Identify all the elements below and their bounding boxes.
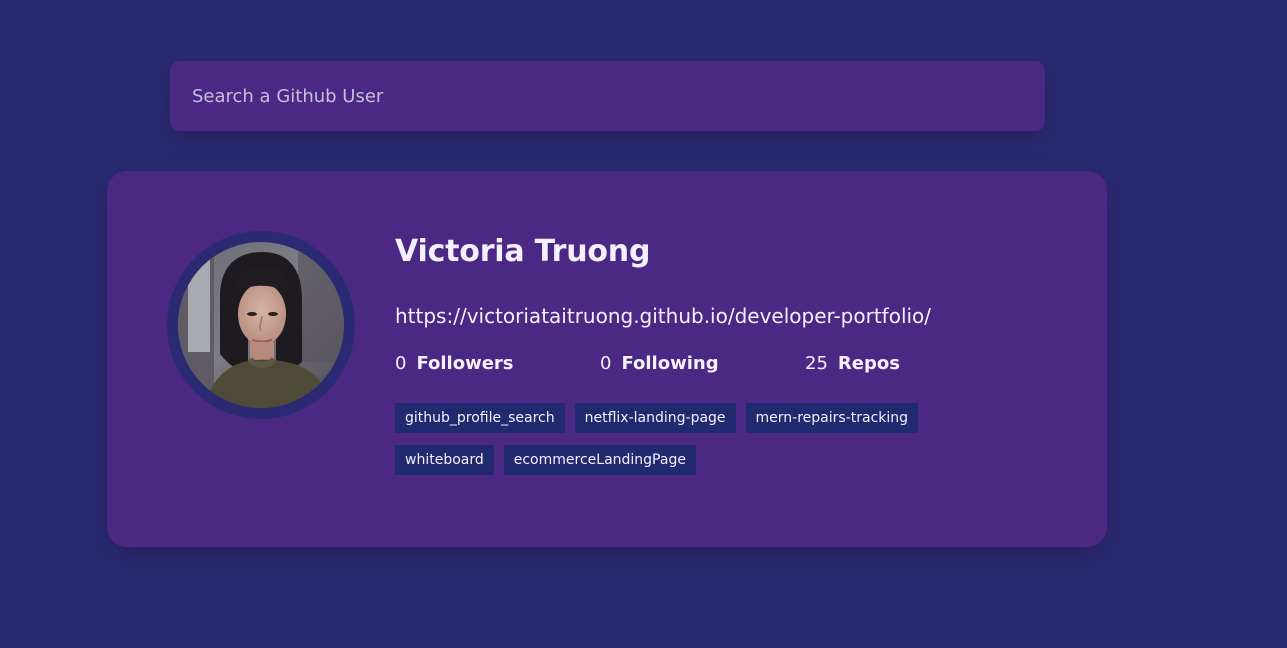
followers-label: Followers [416,353,514,374]
repository-link-github-profile-search[interactable]: github_profile_search [395,403,565,433]
following-label: Following [621,353,719,374]
avatar [167,231,355,419]
repos-label: Repos [837,353,900,374]
following-count: 0 [600,353,612,374]
profile-url-link[interactable]: https://victoriataitruong.github.io/deve… [395,304,931,328]
repository-list: github_profile_search netflix-landing-pa… [395,403,975,487]
search-input[interactable] [190,84,1025,108]
repository-link-mern-repairs-tracking[interactable]: mern-repairs-tracking [745,403,919,433]
profile-card: Victoria Truong https://victoriataitruon… [107,171,1107,547]
repository-row: whiteboard ecommerceLandingPage [395,445,975,475]
repository-link-whiteboard[interactable]: whiteboard [395,445,494,475]
avatar-photo [178,242,344,408]
repos-count: 25 [805,353,828,374]
repository-link-netflix-landing-page[interactable]: netflix-landing-page [574,403,736,433]
followers-count: 0 [395,353,407,374]
repository-row: github_profile_search netflix-landing-pa… [395,403,975,433]
repos-stat: 25 Repos [805,353,900,374]
repository-link-ecommerce-landing-page[interactable]: ecommerceLandingPage [503,445,696,475]
followers-stat: 0 Followers [395,353,514,374]
profile-stats: 0 Followers 0 Following 25 Repos [395,353,955,381]
search-container [170,61,1045,131]
following-stat: 0 Following [600,353,719,374]
profile-name: Victoria Truong [395,234,651,269]
